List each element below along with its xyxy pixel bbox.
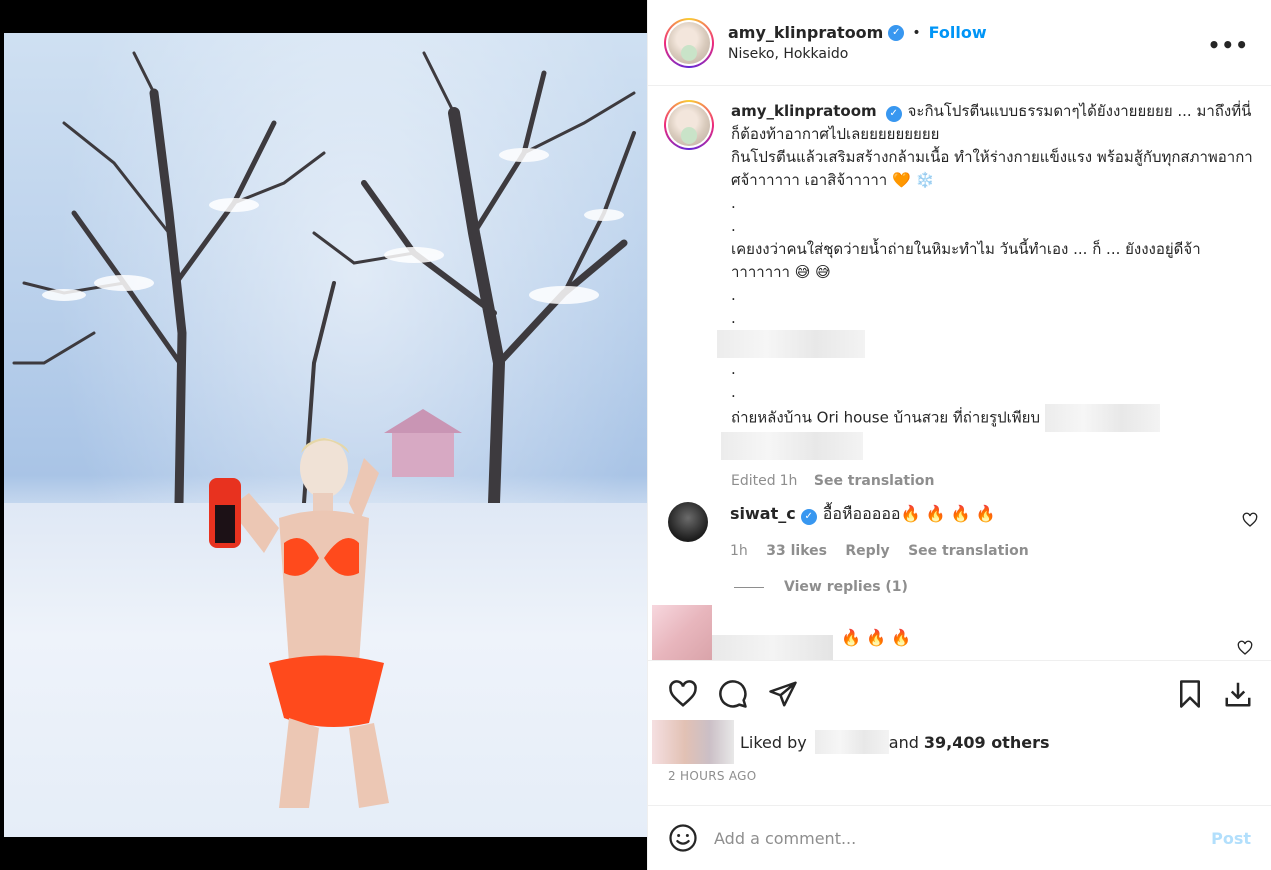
comment-like-heart-icon[interactable] bbox=[1242, 512, 1258, 528]
blurred-liker-name bbox=[814, 730, 889, 754]
emoji-picker-icon[interactable] bbox=[668, 823, 698, 853]
liked-by-label: Liked by bbox=[740, 732, 807, 752]
edited-label: Edited bbox=[731, 473, 776, 489]
caption-line-4: ถ่ายหลังบ้าน Ori house บ้านสวย ที่ถ่ายรู… bbox=[731, 408, 1040, 427]
instagram-post-view: amy_klinpratoom ✓ • Follow Niseko, Hokka… bbox=[0, 0, 1271, 870]
comment-text: 🔥 🔥 🔥 bbox=[841, 628, 911, 647]
caption-username[interactable]: amy_klinpratoom bbox=[731, 102, 877, 120]
comment-text: อื้อหือออออ🔥 🔥 🔥 🔥 bbox=[822, 504, 996, 523]
post-photo bbox=[4, 33, 647, 837]
comment-input[interactable] bbox=[714, 828, 1154, 848]
blurred-avatar bbox=[652, 605, 712, 661]
likes-count[interactable]: 39,409 others bbox=[924, 733, 1050, 752]
caption-line-2: กินโปรตีนแล้วเสริมสร้างกล้ามเนื้อ ทำให้ร… bbox=[731, 148, 1253, 189]
post-details-panel: amy_klinpratoom ✓ • Follow Niseko, Hokka… bbox=[647, 0, 1271, 870]
avatar[interactable] bbox=[664, 17, 714, 68]
see-translation-link[interactable]: See translation bbox=[908, 543, 1029, 559]
commenter-username[interactable]: siwat_c bbox=[730, 504, 796, 523]
caption-dot: . bbox=[731, 286, 736, 304]
caption-avatar[interactable] bbox=[664, 100, 714, 150]
header-username[interactable]: amy_klinpratoom bbox=[728, 23, 883, 42]
likes-and-label: and bbox=[888, 732, 919, 752]
caption-dot: . bbox=[731, 194, 736, 212]
more-options-icon[interactable]: ••• bbox=[1208, 33, 1249, 57]
share-paper-plane-icon[interactable] bbox=[768, 679, 798, 709]
verified-badge-icon: ✓ bbox=[800, 508, 817, 525]
see-translation-link[interactable]: See translation bbox=[814, 473, 935, 489]
post-header: amy_klinpratoom ✓ • Follow Niseko, Hokka… bbox=[648, 0, 1271, 86]
caption-dot: . bbox=[731, 217, 736, 235]
add-comment-bar: Post bbox=[648, 805, 1271, 870]
likes-summary: Liked by and 39,409 others bbox=[652, 720, 1049, 764]
caption-dot: . bbox=[731, 360, 736, 378]
blurred-liker-avatars bbox=[652, 720, 734, 764]
post-timestamp[interactable]: 2 HOURS AGO bbox=[668, 769, 757, 783]
caption-line-3: เคยงงว่าคนใส่ชุดว่ายน้ำถ่ายในหิมะทำไม วั… bbox=[731, 240, 1201, 281]
verified-badge-icon: ✓ bbox=[885, 105, 902, 122]
post-comment-button[interactable]: Post bbox=[1211, 829, 1251, 848]
comment-item: siwat_c ✓ อื้อหือออออ🔥 🔥 🔥 🔥 1h 33 likes R… bbox=[668, 502, 1258, 559]
comment-likes[interactable]: 33 likes bbox=[766, 543, 827, 559]
comment-like-heart-icon[interactable] bbox=[1237, 640, 1253, 656]
reply-button[interactable]: Reply bbox=[845, 543, 889, 559]
view-replies-button[interactable]: View replies (1) bbox=[734, 579, 908, 595]
comment-time: 1h bbox=[730, 543, 748, 559]
comment-bubble-icon[interactable] bbox=[718, 679, 748, 709]
save-bookmark-icon[interactable] bbox=[1175, 679, 1205, 709]
caption-time: 1h bbox=[779, 473, 798, 489]
caption-dot: . bbox=[731, 309, 736, 327]
post-caption: amy_klinpratoom ✓ จะกินโปรตีนแบบธรรมดาๆได้… bbox=[664, 100, 1254, 493]
follow-button[interactable]: Follow bbox=[929, 23, 987, 42]
commenter-avatar[interactable] bbox=[668, 502, 708, 542]
verified-badge-icon: ✓ bbox=[888, 24, 905, 41]
person-in-bikini-illustration bbox=[209, 438, 389, 808]
blurred-mention bbox=[717, 330, 865, 358]
blurred-username bbox=[712, 635, 833, 661]
blurred-mention bbox=[721, 432, 863, 460]
blurred-mention bbox=[1044, 404, 1160, 432]
post-media[interactable] bbox=[0, 0, 647, 870]
caption-dot: . bbox=[731, 383, 736, 401]
separator-dot: • bbox=[912, 24, 921, 41]
view-replies-label: View replies (1) bbox=[784, 579, 908, 595]
like-heart-icon[interactable] bbox=[668, 679, 698, 709]
location-link[interactable]: Niseko, Hokkaido bbox=[728, 46, 987, 62]
download-icon[interactable] bbox=[1223, 679, 1253, 709]
